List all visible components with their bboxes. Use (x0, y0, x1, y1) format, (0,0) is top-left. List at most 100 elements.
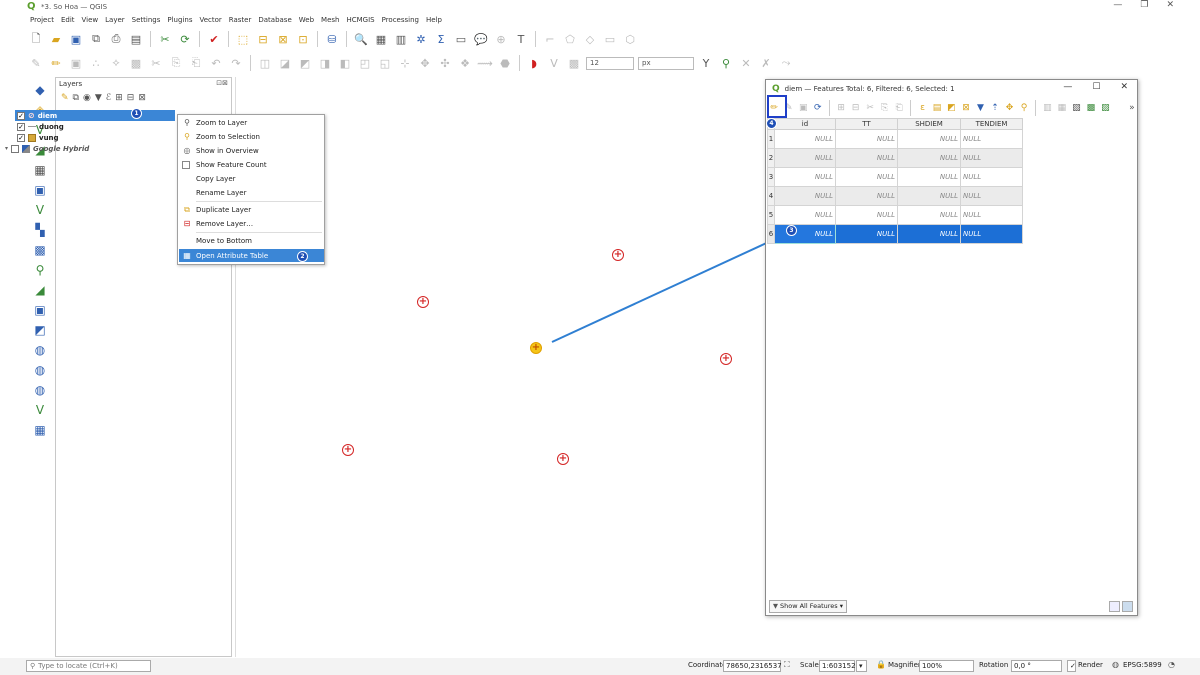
layer-visibility-checkbox[interactable]: ✓ (17, 111, 25, 120)
open-project-icon[interactable]: ▰ (48, 31, 64, 47)
split-icon[interactable]: ⟿ (477, 55, 493, 71)
row-number[interactable]: 4 (767, 186, 775, 206)
label-tool-icon[interactable]: ◫ (257, 55, 273, 71)
snapping-icon[interactable]: ⊹ (397, 55, 413, 71)
table-cell[interactable]: NULL (960, 148, 1023, 168)
expand-all-icon[interactable]: ⊞ (115, 93, 123, 103)
menu-project[interactable]: Project (30, 16, 54, 24)
delete-part-icon[interactable]: ✕ (738, 55, 754, 71)
conditional-format-icon[interactable]: ▨ (1100, 102, 1111, 114)
calculator-icon[interactable]: ▥ (393, 31, 409, 47)
statistics-sigma-icon[interactable]: Σ (433, 31, 449, 47)
remove-layer-icon[interactable]: ⊠ (138, 93, 146, 103)
menu-item-show-feature-count[interactable]: Show Feature Count (179, 158, 324, 171)
delete-ring-icon[interactable]: ✗ (758, 55, 774, 71)
maximize-button[interactable]: ☐ (1092, 82, 1100, 92)
select-by-value-icon[interactable]: ⊟ (255, 31, 271, 47)
copy-icon[interactable]: ⎘ (168, 55, 184, 71)
column-header-shdiem[interactable]: SHDIEM (897, 118, 961, 130)
label-pin-icon[interactable]: ◧ (337, 55, 353, 71)
table-cell[interactable]: NULL (774, 129, 836, 149)
menu-item-show-in-overview[interactable]: ◎ Show in Overview (179, 144, 324, 157)
add-wcs-icon[interactable]: ◢ (32, 282, 48, 298)
table-cell[interactable]: NULL (835, 205, 898, 225)
add-wfs-icon[interactable]: ⚲ (32, 262, 48, 278)
row-number[interactable]: 5 (767, 205, 775, 225)
add-point-icon[interactable]: ∴ (88, 55, 104, 71)
table-cell[interactable]: NULL (897, 186, 961, 206)
menu-processing[interactable]: Processing (382, 16, 419, 24)
identify-icon[interactable]: 🔍 (353, 31, 369, 47)
redo-icon[interactable]: ↷ (228, 55, 244, 71)
form-view-button[interactable] (1109, 600, 1120, 612)
merge-icon[interactable]: ⬣ (497, 55, 513, 71)
menu-database[interactable]: Database (258, 16, 291, 24)
style-manager-icon[interactable]: ▤ (128, 31, 144, 47)
select-by-expression-icon[interactable]: ε (917, 102, 928, 114)
table-view-button[interactable] (1122, 600, 1133, 612)
locate-icon[interactable]: ⊕ (493, 31, 509, 47)
layer-visibility-checkbox[interactable]: ✓ (17, 122, 25, 131)
table-cell[interactable]: NULL (897, 205, 961, 225)
magnet-snapping-icon[interactable]: ◗ (526, 55, 542, 71)
menu-raster[interactable]: Raster (229, 16, 252, 24)
table-cell[interactable]: NULL (960, 205, 1023, 225)
scale-dropdown[interactable]: ▾ (856, 660, 867, 672)
table-cell[interactable]: NULL (897, 148, 961, 168)
table-cell[interactable]: NULL (960, 129, 1023, 149)
avoid-overlap-icon[interactable]: ❖ (457, 55, 473, 71)
menu-mesh[interactable]: Mesh (321, 16, 339, 24)
delete-field-icon[interactable]: ▦ (1057, 102, 1068, 114)
refresh-icon[interactable]: ⟳ (177, 31, 193, 47)
table-cell[interactable]: NULL (897, 129, 961, 149)
layer-item-vung[interactable]: ✓ vung (17, 132, 59, 143)
add-vector-tile-icon[interactable]: ◍ (32, 382, 48, 398)
table-cell[interactable]: NULL (835, 224, 898, 244)
layer-visibility-checkbox[interactable]: ✓ (17, 133, 25, 142)
row-number[interactable]: 6 (767, 224, 775, 244)
data-source-manager-icon[interactable]: ◆ (32, 82, 48, 98)
table-cell[interactable]: NULL (774, 186, 836, 206)
new-project-icon[interactable]: 🗋 (28, 31, 44, 47)
restore-button[interactable]: ❐ (1140, 0, 1148, 10)
menu-edit[interactable]: Edit (61, 16, 75, 24)
digitize-polygon-icon[interactable]: ⬠ (562, 31, 578, 47)
diagram-icon[interactable]: ◱ (377, 55, 393, 71)
crs-globe-icon[interactable]: ◍ (1112, 660, 1119, 669)
zoom-to-selected-icon[interactable]: ⚲ (1019, 102, 1030, 114)
regular-polygon-icon[interactable]: ⬡ (622, 31, 638, 47)
label-move-icon[interactable]: ◪ (277, 55, 293, 71)
check-geometry-icon[interactable]: ✔ (206, 31, 222, 47)
menu-vector[interactable]: Vector (199, 16, 221, 24)
menu-hcmgis[interactable]: HCMGIS (346, 16, 374, 24)
layer-visibility-checkbox[interactable] (11, 144, 20, 153)
map-point-selected[interactable]: + (530, 342, 542, 354)
add-arcgis-icon[interactable]: ◍ (32, 342, 48, 358)
table-cell[interactable]: NULL (835, 186, 898, 206)
add-wms-icon[interactable]: ▩ (32, 242, 48, 258)
reshape-icon[interactable]: ▩ (566, 55, 582, 71)
pan-to-selected-icon[interactable]: ✥ (1004, 102, 1015, 114)
style-icon[interactable]: ✎ (61, 93, 69, 103)
table-cell[interactable]: NULL (960, 186, 1023, 206)
shape-tool-icon[interactable]: ◇ (582, 31, 598, 47)
menu-settings[interactable]: Settings (132, 16, 161, 24)
attribute-table[interactable]: id TT SHDIEM TENDIEM 1 NULL NULL NULL NU… (767, 118, 1023, 244)
vertex-tool-icon[interactable]: ⟡ (108, 55, 124, 71)
menu-item-move-to-bottom[interactable]: · Move to Bottom (179, 234, 324, 247)
organize-columns-icon[interactable]: ▧ (1071, 102, 1082, 114)
measure-icon[interactable]: ▭ (453, 31, 469, 47)
map-point-feature[interactable]: + (417, 296, 429, 308)
symbol-size-input[interactable]: 12 (586, 56, 634, 70)
add-table-icon[interactable]: ▦ (32, 422, 48, 438)
plugin-tool-icon[interactable]: ✂ (157, 31, 173, 47)
add-group-icon[interactable]: ⧉ (73, 93, 79, 103)
select-all-icon[interactable]: ▤ (932, 102, 943, 114)
rotate-feature-icon[interactable]: ⤳ (778, 55, 794, 71)
rotation-field[interactable]: 0,0 ° (1011, 660, 1062, 672)
table-cell[interactable]: NULL (774, 167, 836, 187)
map-point-feature[interactable]: + (557, 453, 569, 465)
more-tools-icon[interactable]: » (1127, 102, 1138, 114)
add-virtual-layer-icon[interactable]: ▣ (32, 302, 48, 318)
table-row[interactable]: 3 NULL NULL NULL NULL (767, 167, 1023, 187)
